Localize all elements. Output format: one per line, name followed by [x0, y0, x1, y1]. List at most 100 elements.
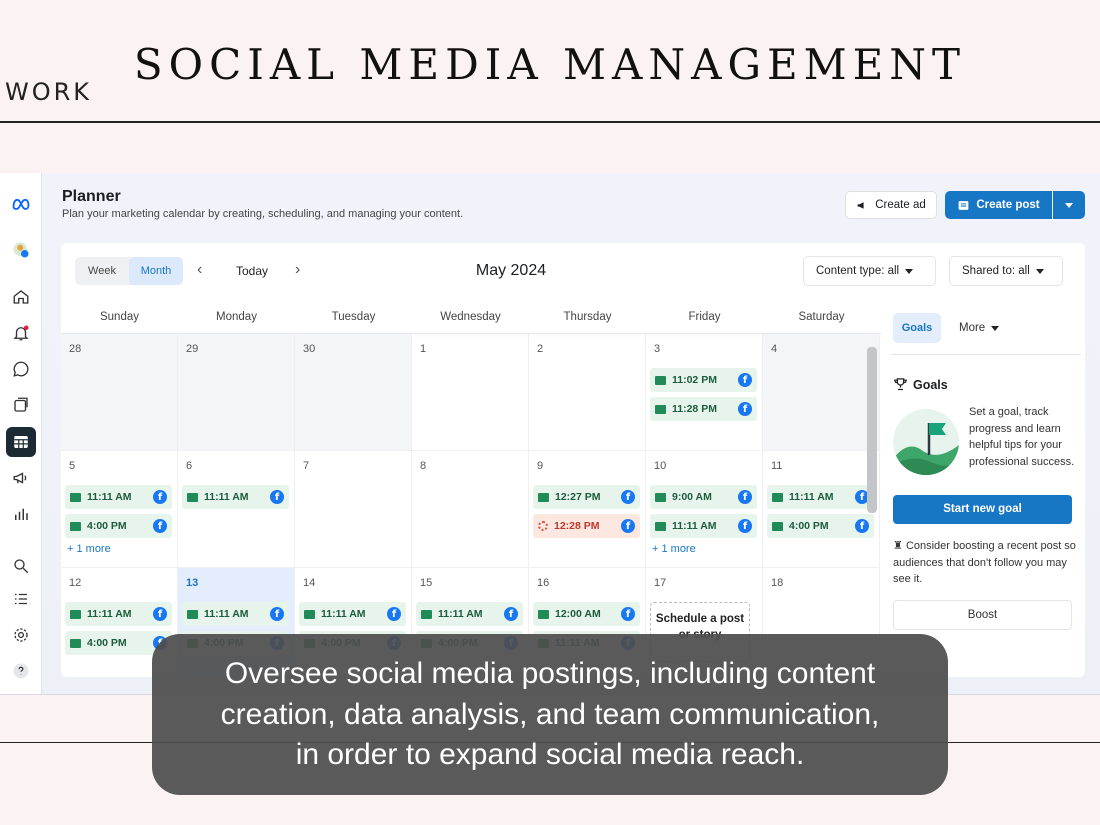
shared-to-label: Shared to: all — [962, 265, 1030, 277]
post-time: 4:00 PM — [789, 520, 829, 532]
boost-tip: ♜ Consider boosting a recent post so aud… — [893, 538, 1078, 588]
post-type-icon — [70, 609, 81, 619]
post-time: 11:11 AM — [87, 608, 132, 620]
calendar-day[interactable]: 11 11:11 AM f 4:00 PM f — [763, 451, 880, 568]
scheduled-post[interactable]: 11:11 AMf — [416, 602, 523, 626]
tab-more[interactable]: More — [959, 313, 1000, 343]
scheduled-post[interactable]: 11:28 PM f — [650, 397, 757, 421]
month-label: May 2024 — [475, 262, 547, 279]
calendar-day[interactable]: 5 11:11 AM f 4:00 PM f + 1 more — [61, 451, 178, 568]
start-new-goal-button[interactable]: Start new goal — [893, 495, 1072, 524]
scheduled-post[interactable]: 12:00 AM f — [533, 602, 640, 626]
scheduled-post[interactable]: 11:11 AMf — [65, 602, 172, 626]
more-posts-link[interactable]: + 1 more — [67, 543, 111, 555]
calendar-day[interactable]: 4 — [763, 334, 880, 451]
create-post-button[interactable]: Create post — [945, 191, 1052, 219]
calendar-grid: Sunday Monday Tuesday Wednesday Thursday Frid… — [61, 301, 881, 677]
chevron-down-icon — [1035, 268, 1044, 274]
sidebar — [0, 173, 42, 694]
scheduled-post[interactable]: 11:11 AMf — [767, 485, 874, 509]
today-button[interactable]: Today — [236, 264, 268, 278]
goal-flag-illustration — [893, 409, 959, 475]
calendar-day[interactable]: 10 9:00 AM f 11:11 AM f + 1 more — [646, 451, 763, 568]
scheduled-post[interactable]: 12:27 PM f — [533, 485, 640, 509]
content-type-filter[interactable]: Content type: all — [803, 256, 936, 286]
ads-megaphone-icon[interactable] — [6, 463, 36, 493]
caption-line: in order to expand social media reach. — [295, 738, 805, 771]
shared-to-filter[interactable]: Shared to: all — [949, 256, 1063, 286]
messages-icon[interactable] — [6, 354, 36, 384]
day-number: 4 — [771, 343, 778, 355]
day-number: 3 — [654, 343, 661, 355]
calendar-day[interactable]: 6 11:11 AM f — [178, 451, 295, 568]
post-type-icon — [655, 375, 666, 385]
week-view-button[interactable]: Week — [75, 257, 129, 285]
post-type-icon — [538, 492, 549, 502]
scheduled-post[interactable]: 11:11 AMf — [65, 485, 172, 509]
boost-button[interactable]: Boost — [893, 600, 1072, 630]
failed-status-icon — [538, 521, 548, 531]
facebook-icon: f — [738, 519, 752, 533]
calendar-day[interactable]: 29 — [178, 334, 295, 451]
settings-gear-icon[interactable] — [6, 620, 36, 650]
post-type-icon — [655, 404, 666, 414]
goals-panel: Goals More Goals Set a goal, track progr… — [883, 301, 1085, 677]
post-icon — [958, 200, 969, 210]
facebook-icon: f — [738, 402, 752, 416]
goals-description: Set a goal, track progress and learn hel… — [969, 406, 1075, 468]
calendar-scrollbar[interactable] — [867, 347, 877, 513]
day-number: 17 — [654, 577, 667, 589]
calendar-day[interactable]: 7 — [295, 451, 412, 568]
calendar-day[interactable]: 1 — [412, 334, 529, 451]
search-icon[interactable] — [6, 551, 36, 581]
help-icon[interactable] — [6, 656, 36, 686]
day-number: 30 — [303, 343, 316, 355]
goals-divider — [891, 354, 1081, 355]
post-time: 11:28 PM — [672, 403, 717, 415]
post-type-icon — [772, 521, 783, 531]
post-time: 11:11 AM — [204, 491, 249, 503]
scheduled-post[interactable]: 4:00 PM f — [767, 514, 874, 538]
facebook-icon: f — [153, 519, 167, 533]
calendar-day[interactable]: 8 — [412, 451, 529, 568]
prev-month-icon[interactable]: ‹ — [197, 261, 202, 279]
tab-more-label: More — [959, 322, 986, 334]
caption-overlay: Oversee social media postings, including… — [152, 634, 948, 795]
month-view-button[interactable]: Month — [129, 257, 183, 285]
content-icon[interactable] — [6, 390, 36, 420]
calendar-day[interactable]: 2 — [529, 334, 646, 451]
create-post-dropdown[interactable] — [1053, 191, 1085, 219]
calendar-day[interactable]: 3 11:02 PM f 11:28 PM f — [646, 334, 763, 451]
create-ad-button[interactable]: Create ad — [845, 191, 937, 219]
calendar-day[interactable]: 9 12:27 PM f 12:28 PM f — [529, 451, 646, 568]
meta-logo-icon[interactable] — [6, 189, 36, 219]
post-type-icon — [187, 492, 198, 502]
post-time: 12:28 PM — [554, 520, 600, 532]
scheduled-post[interactable]: 11:11 AMf — [182, 602, 289, 626]
post-type-icon — [70, 492, 81, 502]
facebook-icon: f — [270, 490, 284, 504]
next-month-icon[interactable]: › — [295, 261, 300, 279]
more-posts-link[interactable]: + 1 more — [652, 543, 696, 555]
tab-goals[interactable]: Goals — [893, 313, 941, 343]
account-avatar-icon[interactable] — [6, 235, 36, 265]
calendar-day[interactable]: 30 — [295, 334, 412, 451]
scheduled-post[interactable]: 11:11 AMf — [650, 514, 757, 538]
scheduled-post[interactable]: 11:02 PM f — [650, 368, 757, 392]
insights-chart-icon[interactable] — [6, 499, 36, 529]
scheduled-post-error[interactable]: 12:28 PM f — [533, 514, 640, 538]
facebook-icon: f — [738, 490, 752, 504]
calendar-day[interactable]: 28 — [61, 334, 178, 451]
scheduled-post[interactable]: 11:11 AMf — [299, 602, 406, 626]
menu-list-icon[interactable] — [6, 584, 36, 614]
day-number: 11 — [771, 460, 783, 472]
scheduled-post[interactable]: 11:11 AM f — [182, 485, 289, 509]
weekday-header: Tuesday — [331, 311, 376, 323]
home-icon[interactable] — [6, 282, 36, 312]
scheduled-post[interactable]: 9:00 AM f — [650, 485, 757, 509]
slide-title: SOCIAL MEDIA MANAGEMENT — [133, 40, 967, 89]
scheduled-post[interactable]: 4:00 PM f — [65, 514, 172, 538]
planner-calendar-icon[interactable] — [6, 427, 36, 457]
notifications-icon[interactable] — [6, 318, 36, 348]
post-type-icon — [187, 609, 198, 619]
